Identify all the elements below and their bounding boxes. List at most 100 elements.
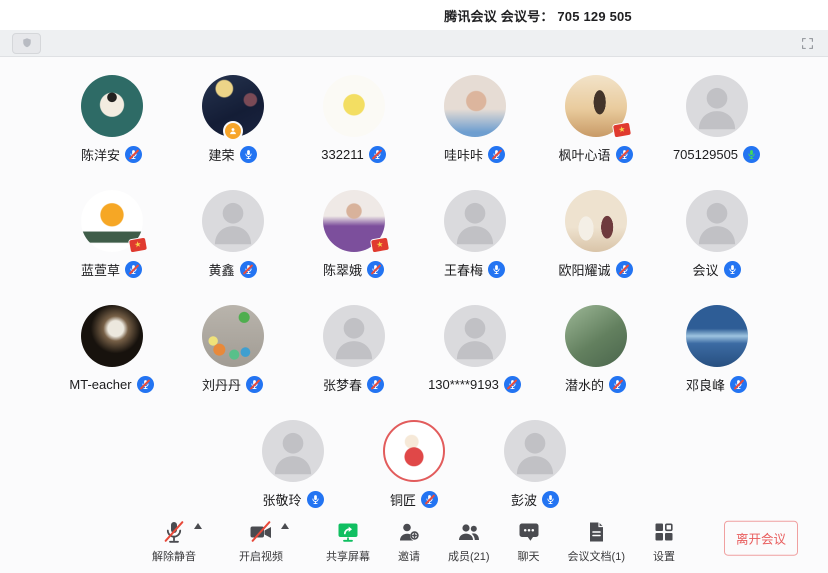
participant-tile[interactable]: ★ 建荣 bbox=[172, 75, 293, 163]
title-bar: 腾讯会议 会议号： 705 129 505 bbox=[0, 0, 828, 30]
window-bar bbox=[0, 30, 828, 57]
participant-name: 欧阳耀诚 bbox=[558, 260, 610, 279]
caret-up-icon[interactable] bbox=[194, 523, 202, 529]
avatar: ★ bbox=[565, 190, 627, 252]
members-icon bbox=[457, 520, 481, 544]
avatar: ★ bbox=[81, 190, 143, 252]
participant-name: 705129505 bbox=[673, 147, 738, 162]
participant-tile[interactable]: ★ 张敬玲 bbox=[233, 420, 354, 508]
participant-tile[interactable]: ★ 陈洋安 bbox=[51, 75, 172, 163]
participant-tile[interactable]: ★ 蓝萱草 bbox=[51, 190, 172, 278]
security-shield-button[interactable] bbox=[12, 33, 41, 54]
invite-button[interactable]: 邀请 bbox=[397, 518, 421, 564]
mic-status-icon[interactable] bbox=[367, 376, 384, 393]
share-screen-button[interactable]: 共享屏幕 bbox=[326, 518, 370, 564]
participant-name: 邓良峰 bbox=[686, 375, 725, 394]
mic-status-icon[interactable] bbox=[542, 491, 559, 508]
avatar: ★ bbox=[262, 420, 324, 482]
mic-status-icon[interactable] bbox=[421, 491, 438, 508]
flag-badge-icon: ★ bbox=[129, 238, 147, 253]
mic-status-icon[interactable] bbox=[504, 376, 521, 393]
avatar: ★ bbox=[323, 305, 385, 367]
mic-status-icon[interactable] bbox=[724, 261, 741, 278]
settings-icon bbox=[652, 520, 676, 544]
avatar: ★ bbox=[383, 420, 445, 482]
mic-status-icon[interactable] bbox=[240, 146, 257, 163]
participant-name: 哇咔咔 bbox=[444, 145, 483, 164]
settings-button[interactable]: 设置 bbox=[652, 518, 676, 564]
invite-icon bbox=[397, 520, 421, 544]
caret-up-icon[interactable] bbox=[281, 523, 289, 529]
members-button[interactable]: 成员(21) bbox=[448, 518, 490, 564]
host-badge-icon bbox=[223, 121, 243, 141]
unmute-button[interactable]: 解除静音 bbox=[152, 518, 196, 564]
participant-tile[interactable]: ★ 黄鑫 bbox=[172, 190, 293, 278]
mic-status-icon[interactable] bbox=[616, 146, 633, 163]
leave-meeting-button[interactable]: 离开会议 bbox=[724, 521, 798, 556]
mic-status-icon[interactable] bbox=[307, 491, 324, 508]
mic-status-icon[interactable] bbox=[246, 376, 263, 393]
chat-icon bbox=[517, 520, 541, 544]
participant-row: ★ 陈洋安 ★ 建荣 ★ 332 bbox=[0, 75, 828, 163]
chat-button[interactable]: 聊天 bbox=[517, 518, 541, 564]
meeting-title: 腾讯会议 会议号： 705 129 505 bbox=[444, 6, 632, 25]
mic-status-icon[interactable] bbox=[488, 261, 505, 278]
person-silhouette-icon bbox=[504, 420, 566, 482]
participant-tile[interactable]: ★ 332211 bbox=[293, 75, 414, 163]
mic-status-icon[interactable] bbox=[369, 146, 386, 163]
participant-grid: ★ 陈洋安 ★ 建荣 ★ 332 bbox=[0, 57, 828, 508]
mic-status-icon[interactable] bbox=[240, 261, 257, 278]
participant-tile[interactable]: ★ 潜水的 bbox=[535, 305, 656, 393]
mic-status-icon[interactable] bbox=[488, 146, 505, 163]
avatar: ★ bbox=[202, 305, 264, 367]
mic-status-icon[interactable] bbox=[367, 261, 384, 278]
person-silhouette-icon bbox=[444, 190, 506, 252]
person-silhouette-icon bbox=[444, 305, 506, 367]
mic-status-icon[interactable] bbox=[125, 261, 142, 278]
avatar: ★ bbox=[686, 190, 748, 252]
participant-name: MT-eacher bbox=[69, 377, 131, 392]
participant-tile[interactable]: ★ 王春梅 bbox=[414, 190, 535, 278]
participant-tile[interactable]: ★ 邓良峰 bbox=[656, 305, 777, 393]
avatar: ★ bbox=[504, 420, 566, 482]
participant-name: 刘丹丹 bbox=[202, 375, 241, 394]
person-silhouette-icon bbox=[686, 190, 748, 252]
participant-name: 陈洋安 bbox=[81, 145, 120, 164]
participant-name: 陈翠娥 bbox=[323, 260, 362, 279]
flag-badge-icon: ★ bbox=[613, 123, 631, 138]
participant-tile[interactable]: ★ 陈翠娥 bbox=[293, 190, 414, 278]
start-video-button[interactable]: 开启视频 bbox=[239, 518, 283, 564]
avatar: ★ bbox=[686, 75, 748, 137]
participant-name: 枫叶心语 bbox=[558, 145, 610, 164]
participant-tile[interactable]: ★ 会议 bbox=[656, 190, 777, 278]
fullscreen-button[interactable] bbox=[798, 34, 816, 52]
participant-tile[interactable]: ★ 铜匠 bbox=[354, 420, 475, 508]
mic-status-icon[interactable] bbox=[743, 146, 760, 163]
mic-status-icon[interactable] bbox=[609, 376, 626, 393]
participant-row: ★ 张敬玲 ★ 铜匠 ★ 彭波 bbox=[0, 420, 828, 508]
participant-name: 会议 bbox=[692, 260, 718, 279]
avatar: ★ bbox=[444, 75, 506, 137]
participant-tile[interactable]: ★ MT-eacher bbox=[51, 305, 172, 393]
mic-status-icon[interactable] bbox=[137, 376, 154, 393]
mic-status-icon[interactable] bbox=[616, 261, 633, 278]
participant-tile[interactable]: ★ 张梦春 bbox=[293, 305, 414, 393]
participant-tile[interactable]: ★ 刘丹丹 bbox=[172, 305, 293, 393]
participant-tile[interactable]: ★ 705129505 bbox=[656, 75, 777, 163]
participant-row: ★ MT-eacher ★ 刘丹丹 ★ bbox=[0, 305, 828, 393]
person-silhouette-icon bbox=[323, 305, 385, 367]
participant-name: 张敬玲 bbox=[262, 490, 301, 509]
participant-tile[interactable]: ★ 枫叶心语 bbox=[535, 75, 656, 163]
participant-tile[interactable]: ★ 130****9193 bbox=[414, 305, 535, 393]
meeting-toolbar: 解除静音 开启视频 共享屏幕 邀请 成员(21) 聊天 bbox=[0, 509, 828, 573]
person-silhouette-icon bbox=[686, 75, 748, 137]
person-silhouette-icon bbox=[202, 190, 264, 252]
meeting-docs-button[interactable]: 会议文档(1) bbox=[568, 518, 625, 564]
participant-tile[interactable]: ★ 欧阳耀诚 bbox=[535, 190, 656, 278]
mic-status-icon[interactable] bbox=[125, 146, 142, 163]
participant-tile[interactable]: ★ 彭波 bbox=[475, 420, 596, 508]
avatar: ★ bbox=[323, 190, 385, 252]
avatar: ★ bbox=[444, 305, 506, 367]
mic-status-icon[interactable] bbox=[730, 376, 747, 393]
participant-tile[interactable]: ★ 哇咔咔 bbox=[414, 75, 535, 163]
